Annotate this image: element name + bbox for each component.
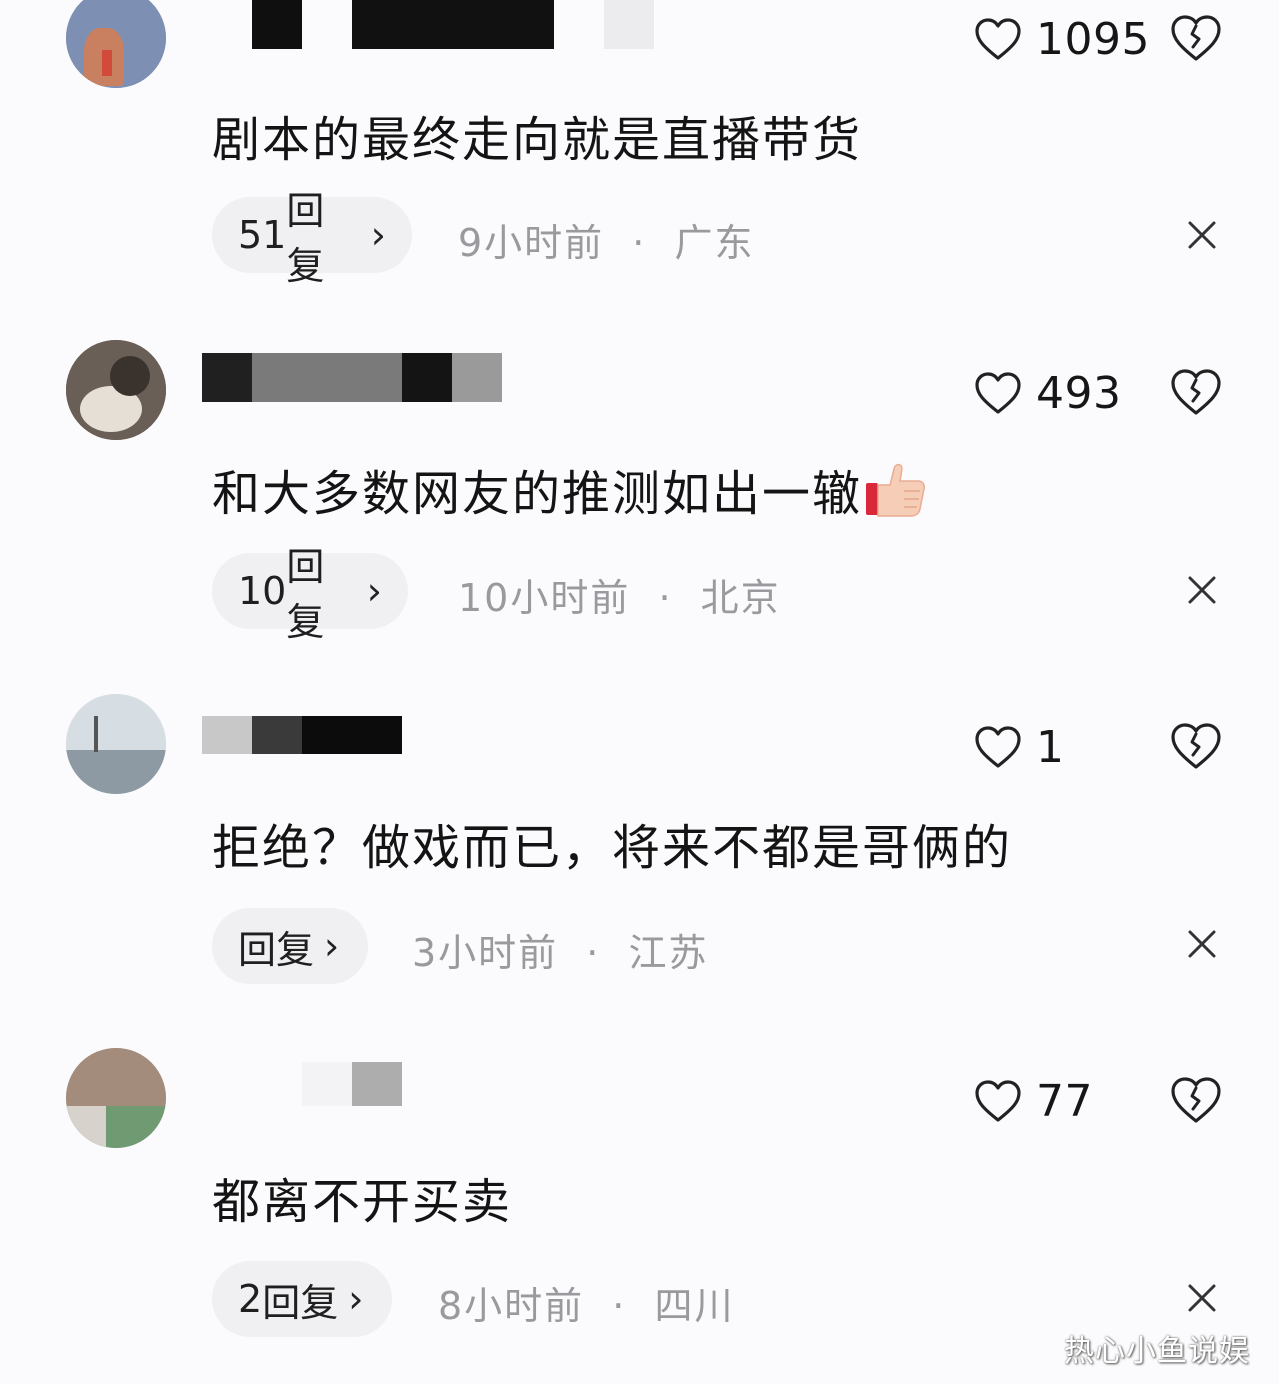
reply-label: 回复 xyxy=(286,189,325,288)
view-replies-button[interactable]: 51 回复 › xyxy=(212,189,412,288)
chevron-right-icon: › xyxy=(324,924,340,968)
comment-location: 江苏 xyxy=(628,931,709,975)
chevron-right-icon: › xyxy=(370,213,386,257)
comment-meta: 9小时前 · 广东 xyxy=(458,212,754,267)
like-count: 1 xyxy=(1036,721,1065,773)
username-redacted[interactable] xyxy=(202,716,252,754)
close-icon xyxy=(1188,221,1216,249)
avatar[interactable] xyxy=(66,694,166,794)
dislike-button[interactable] xyxy=(1170,1076,1222,1124)
like-button[interactable]: 77 xyxy=(974,1075,1093,1127)
reply-label: 回复 xyxy=(286,545,325,644)
like-button[interactable]: 1095 xyxy=(974,13,1150,65)
dislike-button[interactable] xyxy=(1170,722,1222,770)
username-redacted xyxy=(352,0,554,49)
thumbs-up-emoji xyxy=(866,463,925,517)
avatar[interactable] xyxy=(66,1048,166,1148)
comment-time: 8小时前 xyxy=(438,1284,585,1328)
close-button[interactable] xyxy=(1186,574,1218,606)
view-replies-button[interactable]: 10 回复 › xyxy=(212,545,408,644)
avatar[interactable] xyxy=(66,340,166,440)
close-icon xyxy=(1188,1284,1216,1312)
broken-heart-icon xyxy=(1171,1077,1221,1123)
close-icon xyxy=(1188,576,1216,604)
view-replies-button[interactable]: 2 回复 › xyxy=(212,1261,392,1337)
comment-text-content: 和大多数网友的推测如出一辙 xyxy=(212,466,863,522)
username-redacted[interactable] xyxy=(302,1062,352,1106)
reply-label: 回复 xyxy=(262,1280,339,1325)
reply-count: 10 xyxy=(238,569,287,613)
dislike-button[interactable] xyxy=(1170,14,1222,62)
reply-label: 回复 xyxy=(238,927,315,972)
broken-heart-icon xyxy=(1171,723,1221,769)
username-redacted[interactable] xyxy=(252,0,302,49)
comment-text: 都离不开买卖 xyxy=(212,1174,513,1230)
like-count: 493 xyxy=(1036,367,1122,419)
comment-text: 剧本的最终走向就是直播带货 xyxy=(212,112,863,168)
heart-outline-icon xyxy=(975,726,1021,768)
comment-list: 1095 剧本的最终走向就是直播带货 51 回复 › 9小时前 · 广东 493… xyxy=(0,0,1279,1384)
heart-outline-icon xyxy=(975,1080,1021,1122)
like-count: 1095 xyxy=(1036,13,1150,65)
username-redacted xyxy=(402,353,452,402)
view-replies-button[interactable]: 回复 › xyxy=(212,908,368,984)
username-redacted xyxy=(452,353,502,402)
close-button[interactable] xyxy=(1186,1282,1218,1314)
comment-time: 10小时前 xyxy=(458,576,631,620)
username-redacted xyxy=(352,1062,402,1106)
comment-location: 广东 xyxy=(674,221,755,265)
avatar[interactable] xyxy=(66,0,166,88)
meta-separator: · xyxy=(658,576,673,620)
close-button[interactable] xyxy=(1186,219,1218,251)
reply-count: 2 xyxy=(238,1277,263,1321)
comment-location: 北京 xyxy=(700,576,781,620)
comment-meta: 3小时前 · 江苏 xyxy=(412,922,708,977)
username-redacted xyxy=(252,716,302,754)
like-button[interactable]: 1 xyxy=(974,721,1065,773)
dislike-button[interactable] xyxy=(1170,368,1222,416)
comment-time: 3小时前 xyxy=(412,931,559,975)
comment-item: 1 拒绝？做戏而已，将来不都是哥俩的 回复 › 3小时前 · 江苏 xyxy=(0,694,1279,1034)
comment-location: 四川 xyxy=(654,1284,735,1328)
username-redacted xyxy=(302,716,402,754)
reply-count: 51 xyxy=(238,213,287,257)
chevron-right-icon: › xyxy=(366,569,382,613)
meta-separator: · xyxy=(612,1284,627,1328)
watermark: 热心小鱼说娱 xyxy=(1064,1334,1250,1369)
broken-heart-icon xyxy=(1171,15,1221,61)
comment-text: 和大多数网友的推测如出一辙 xyxy=(212,458,926,522)
username-redacted xyxy=(604,0,654,49)
close-icon xyxy=(1188,930,1216,958)
heart-outline-icon xyxy=(975,18,1021,60)
like-count: 77 xyxy=(1036,1075,1093,1127)
comment-time: 9小时前 xyxy=(458,221,605,265)
broken-heart-icon xyxy=(1171,369,1221,415)
comment-item: 493 和大多数网友的推测如出一辙 10 回复 › 10小时前 · 北京 xyxy=(0,340,1279,680)
chevron-right-icon: › xyxy=(348,1277,364,1321)
like-button[interactable]: 493 xyxy=(974,367,1122,419)
comment-text: 拒绝？做戏而已，将来不都是哥俩的 xyxy=(212,820,1013,876)
comment-meta: 8小时前 · 四川 xyxy=(438,1275,734,1330)
meta-separator: · xyxy=(632,221,647,265)
comment-item: 1095 剧本的最终走向就是直播带货 51 回复 › 9小时前 · 广东 xyxy=(0,0,1279,340)
meta-separator: · xyxy=(586,931,601,975)
close-button[interactable] xyxy=(1186,928,1218,960)
heart-outline-icon xyxy=(975,372,1021,414)
comment-meta: 10小时前 · 北京 xyxy=(458,567,781,622)
username-redacted xyxy=(252,353,402,402)
username-redacted[interactable] xyxy=(202,353,252,402)
